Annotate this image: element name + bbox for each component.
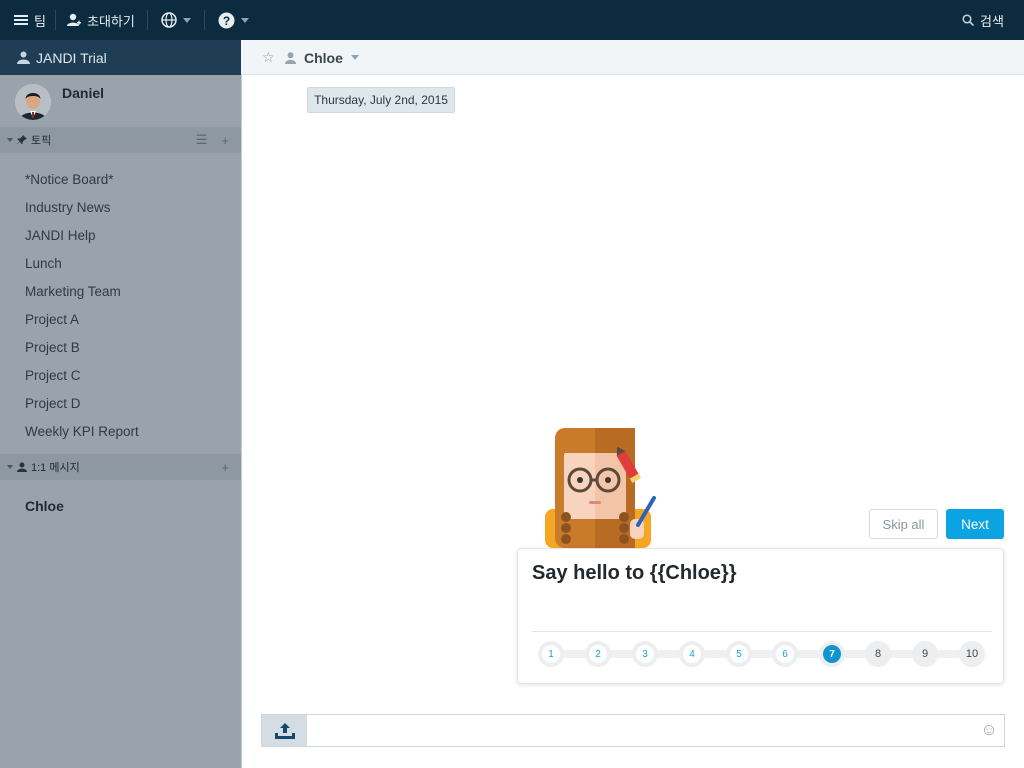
- step-6[interactable]: 6: [772, 641, 798, 667]
- message-composer[interactable]: ☺: [261, 714, 1005, 747]
- sidebar-divider: [241, 40, 242, 768]
- avatar[interactable]: [15, 84, 51, 120]
- topic-item[interactable]: Weekly KPI Report: [0, 417, 241, 445]
- collapse-icon[interactable]: [7, 465, 13, 469]
- step-3[interactable]: 3: [632, 641, 658, 667]
- team-menu-label: 팀: [34, 13, 46, 29]
- step-10[interactable]: 10: [959, 641, 985, 667]
- topbar-divider: [147, 10, 148, 30]
- chat-header: ☆ Chloe: [241, 40, 1024, 75]
- invite-button[interactable]: 초대하기: [67, 0, 135, 40]
- team-name-header[interactable]: JANDI Trial: [0, 40, 241, 75]
- tutorial-title: Say hello to {{Chloe}}: [532, 562, 737, 584]
- step-label: 2: [589, 645, 607, 663]
- add-topic-icon[interactable]: +: [221, 133, 229, 148]
- topic-item[interactable]: *Notice Board*: [0, 165, 241, 193]
- topic-item[interactable]: Project D: [0, 389, 241, 417]
- dm-section-header[interactable]: 1:1 메시지 +: [0, 454, 241, 480]
- next-button[interactable]: Next: [946, 509, 1004, 539]
- menu-icon: [14, 15, 28, 25]
- team-name: JANDI Trial: [36, 49, 107, 66]
- chat-user-menu[interactable]: Chloe: [285, 40, 359, 75]
- top-bar: 팀 초대하기 ? 검색: [0, 0, 1024, 40]
- add-dm-icon[interactable]: +: [221, 460, 229, 475]
- topic-item[interactable]: Marketing Team: [0, 277, 241, 305]
- topbar-divider: [55, 10, 56, 30]
- topic-item[interactable]: Lunch: [0, 249, 241, 277]
- step-4[interactable]: 4: [679, 641, 705, 667]
- step-progress: 1 2 3 4 5 6 7 8 9 10: [538, 641, 990, 667]
- user-add-icon: [67, 13, 81, 26]
- step-7-current[interactable]: 7: [819, 641, 845, 667]
- list-icon[interactable]: ☰: [196, 132, 208, 148]
- globe-icon: [161, 12, 177, 28]
- step-5[interactable]: 5: [726, 641, 752, 667]
- step-1[interactable]: 1: [538, 641, 564, 667]
- topic-item[interactable]: Industry News: [0, 193, 241, 221]
- step-label: 6: [776, 645, 794, 663]
- step-label: 10: [965, 648, 979, 660]
- emoji-icon[interactable]: ☺: [980, 721, 998, 739]
- step-9[interactable]: 9: [912, 641, 938, 667]
- chevron-down-icon: [241, 17, 249, 23]
- search-icon: [962, 14, 974, 26]
- step-label: 5: [730, 645, 748, 663]
- star-icon[interactable]: ☆: [262, 49, 275, 66]
- topic-item[interactable]: JANDI Help: [0, 221, 241, 249]
- topic-item[interactable]: Project C: [0, 361, 241, 389]
- team-icon: [17, 51, 30, 64]
- chevron-down-icon: [350, 55, 359, 60]
- invite-label: 초대하기: [87, 13, 135, 29]
- topbar-divider: [204, 10, 205, 30]
- topic-item[interactable]: Project A: [0, 305, 241, 333]
- user-icon: [285, 51, 296, 64]
- topic-list: *Notice Board* Industry News JANDI Help …: [0, 165, 241, 445]
- search-button[interactable]: 검색: [962, 0, 1004, 40]
- collapse-icon[interactable]: [7, 138, 13, 142]
- help-icon: ?: [218, 12, 235, 28]
- topics-section-header[interactable]: 토픽 ☰ +: [0, 127, 241, 153]
- chat-user-name: Chloe: [304, 49, 343, 66]
- dm-section-label: 1:1 메시지: [31, 462, 80, 474]
- pin-icon: [17, 135, 27, 145]
- upload-button[interactable]: [262, 715, 307, 746]
- search-label: 검색: [980, 13, 1004, 29]
- step-2[interactable]: 2: [585, 641, 611, 667]
- user-name: Daniel: [62, 85, 105, 101]
- skip-all-button[interactable]: Skip all: [869, 509, 938, 539]
- step-label: 4: [683, 645, 701, 663]
- help-button[interactable]: ?: [218, 0, 249, 40]
- svg-text:?: ?: [223, 14, 230, 28]
- step-label: 9: [921, 648, 929, 660]
- chevron-down-icon: [183, 17, 191, 23]
- tutorial-card: Say hello to {{Chloe}} 1 2 3 4 5 6 7 8 9…: [517, 548, 1004, 684]
- user-icon: [17, 462, 27, 472]
- team-menu-button[interactable]: 팀: [14, 0, 46, 40]
- topics-section-label: 토픽: [31, 135, 52, 147]
- sidebar: JANDI Trial Daniel 토픽 ☰ + *Notice Board*…: [0, 40, 241, 768]
- dm-item-chloe[interactable]: Chloe: [25, 498, 64, 514]
- step-label: 8: [874, 648, 882, 660]
- language-button[interactable]: [161, 0, 191, 40]
- card-divider: [532, 631, 992, 632]
- user-profile[interactable]: Daniel: [0, 75, 241, 127]
- step-label: 1: [542, 645, 560, 663]
- upload-icon: [274, 722, 295, 739]
- step-label: 3: [636, 645, 654, 663]
- date-divider: Thursday, July 2nd, 2015: [307, 87, 455, 113]
- mascot-illustration: [542, 427, 660, 548]
- step-label: 7: [823, 645, 841, 663]
- topic-item[interactable]: Project B: [0, 333, 241, 361]
- step-8[interactable]: 8: [865, 641, 891, 667]
